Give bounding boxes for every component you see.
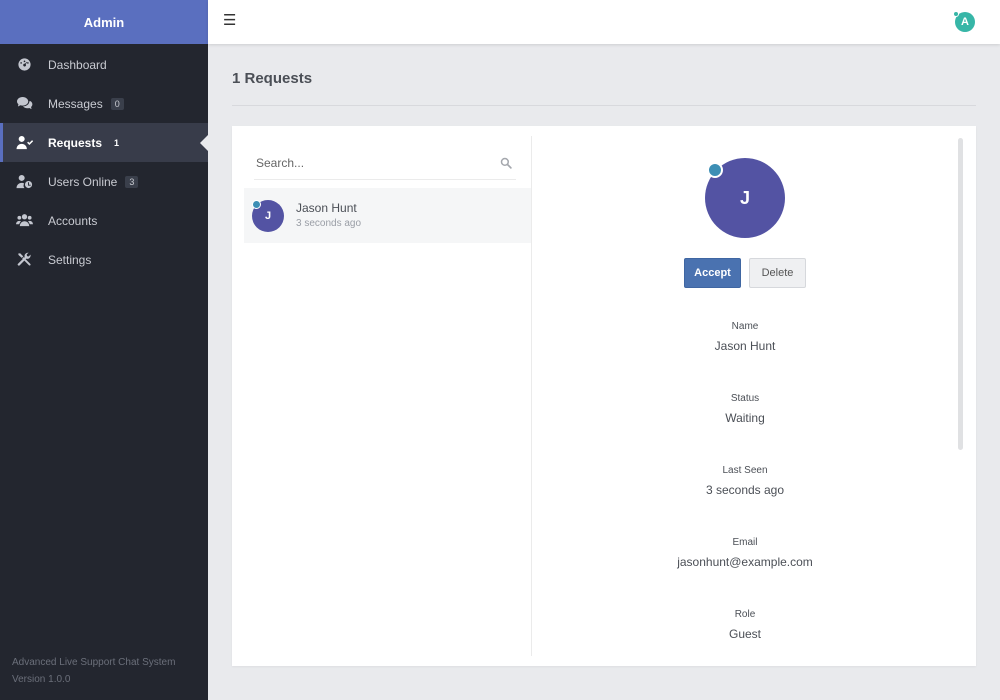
request-detail-pane: J Accept Delete Name Jason Hunt Status W… bbox=[532, 136, 958, 656]
users-icon bbox=[15, 213, 33, 229]
search-input[interactable] bbox=[254, 148, 484, 178]
app-version: Version 1.0.0 bbox=[12, 674, 71, 685]
user-avatar[interactable]: A bbox=[953, 11, 975, 32]
count-badge: 0 bbox=[110, 97, 124, 110]
dashboard-icon bbox=[15, 57, 33, 73]
field-label: Role bbox=[734, 609, 756, 620]
field-value: 3 seconds ago bbox=[705, 483, 785, 497]
sidebar-item-accounts[interactable]: Accounts bbox=[0, 201, 208, 240]
topbar: ☰ A bbox=[208, 0, 1000, 44]
field-label: Email bbox=[732, 537, 758, 548]
sidebar-item-users-online[interactable]: Users Online 3 bbox=[0, 162, 208, 201]
app-name: Advanced Live Support Chat System bbox=[12, 657, 176, 668]
avatar-initial: J bbox=[264, 210, 272, 222]
field-status: Status Waiting bbox=[532, 393, 958, 425]
field-name: Name Jason Hunt bbox=[532, 321, 958, 353]
avatar: J bbox=[705, 158, 785, 238]
page-title: 1 Requests bbox=[232, 70, 313, 87]
hamburger-icon[interactable]: ☰ bbox=[223, 13, 236, 29]
field-value: jasonhunt@example.com bbox=[677, 555, 813, 569]
sidebar-item-label: Messages bbox=[48, 96, 103, 111]
sidebar-item-label: Accounts bbox=[48, 213, 98, 228]
avatar-initial: J bbox=[739, 187, 750, 208]
count-badge: 3 bbox=[125, 175, 139, 188]
delete-button[interactable]: Delete bbox=[749, 258, 806, 288]
field-label: Name bbox=[731, 321, 759, 332]
sidebar-item-label: Requests bbox=[48, 135, 103, 150]
sidebar-item-messages[interactable]: Messages 0 bbox=[0, 84, 208, 123]
sidebar-item-dashboard[interactable]: Dashboard bbox=[0, 45, 208, 84]
field-value: Guest bbox=[728, 627, 761, 641]
sidebar-item-label: Dashboard bbox=[48, 57, 107, 72]
sidebar-footer: Advanced Live Support Chat System Versio… bbox=[12, 654, 175, 688]
online-status-dot bbox=[252, 200, 261, 209]
list-item[interactable]: J Jason Hunt 3 seconds ago bbox=[244, 188, 531, 243]
sidebar-item-requests[interactable]: Requests 1 bbox=[0, 123, 208, 162]
field-last-seen: Last Seen 3 seconds ago bbox=[532, 465, 958, 497]
search-box bbox=[254, 148, 516, 180]
field-role: Role Guest bbox=[532, 609, 958, 641]
request-list-pane: J Jason Hunt 3 seconds ago bbox=[244, 136, 532, 656]
divider bbox=[232, 105, 976, 106]
sidebar-item-label: Settings bbox=[48, 252, 92, 267]
online-status-dot bbox=[707, 162, 723, 178]
avatar: J bbox=[252, 200, 284, 232]
sidebar: Admin Dashboard Messages 0 Requests 1 Us… bbox=[0, 0, 208, 700]
request-time: 3 seconds ago bbox=[296, 218, 362, 229]
field-value: Waiting bbox=[725, 411, 765, 425]
field-value: Jason Hunt bbox=[714, 339, 776, 353]
field-label: Status bbox=[730, 393, 760, 404]
search-icon[interactable] bbox=[500, 156, 514, 170]
online-status-dot bbox=[953, 11, 959, 17]
user-initial: A bbox=[961, 16, 969, 28]
accept-button[interactable]: Accept bbox=[684, 258, 741, 288]
sidebar-nav: Dashboard Messages 0 Requests 1 Users On… bbox=[0, 45, 208, 279]
tools-icon bbox=[15, 252, 33, 268]
sidebar-item-settings[interactable]: Settings bbox=[0, 240, 208, 279]
sidebar-brand: Admin bbox=[0, 0, 208, 44]
requester-name: Jason Hunt bbox=[296, 201, 357, 215]
field-label: Last Seen bbox=[722, 465, 768, 476]
user-check-icon bbox=[15, 135, 33, 151]
user-clock-icon bbox=[15, 174, 33, 190]
comments-icon bbox=[15, 96, 33, 112]
sidebar-item-label: Users Online bbox=[48, 174, 118, 189]
count-badge: 1 bbox=[114, 137, 120, 148]
requests-card: J Jason Hunt 3 seconds ago J Accept Dele… bbox=[232, 126, 976, 666]
scrollbar[interactable] bbox=[958, 138, 963, 450]
field-email: Email jasonhunt@example.com bbox=[532, 537, 958, 569]
